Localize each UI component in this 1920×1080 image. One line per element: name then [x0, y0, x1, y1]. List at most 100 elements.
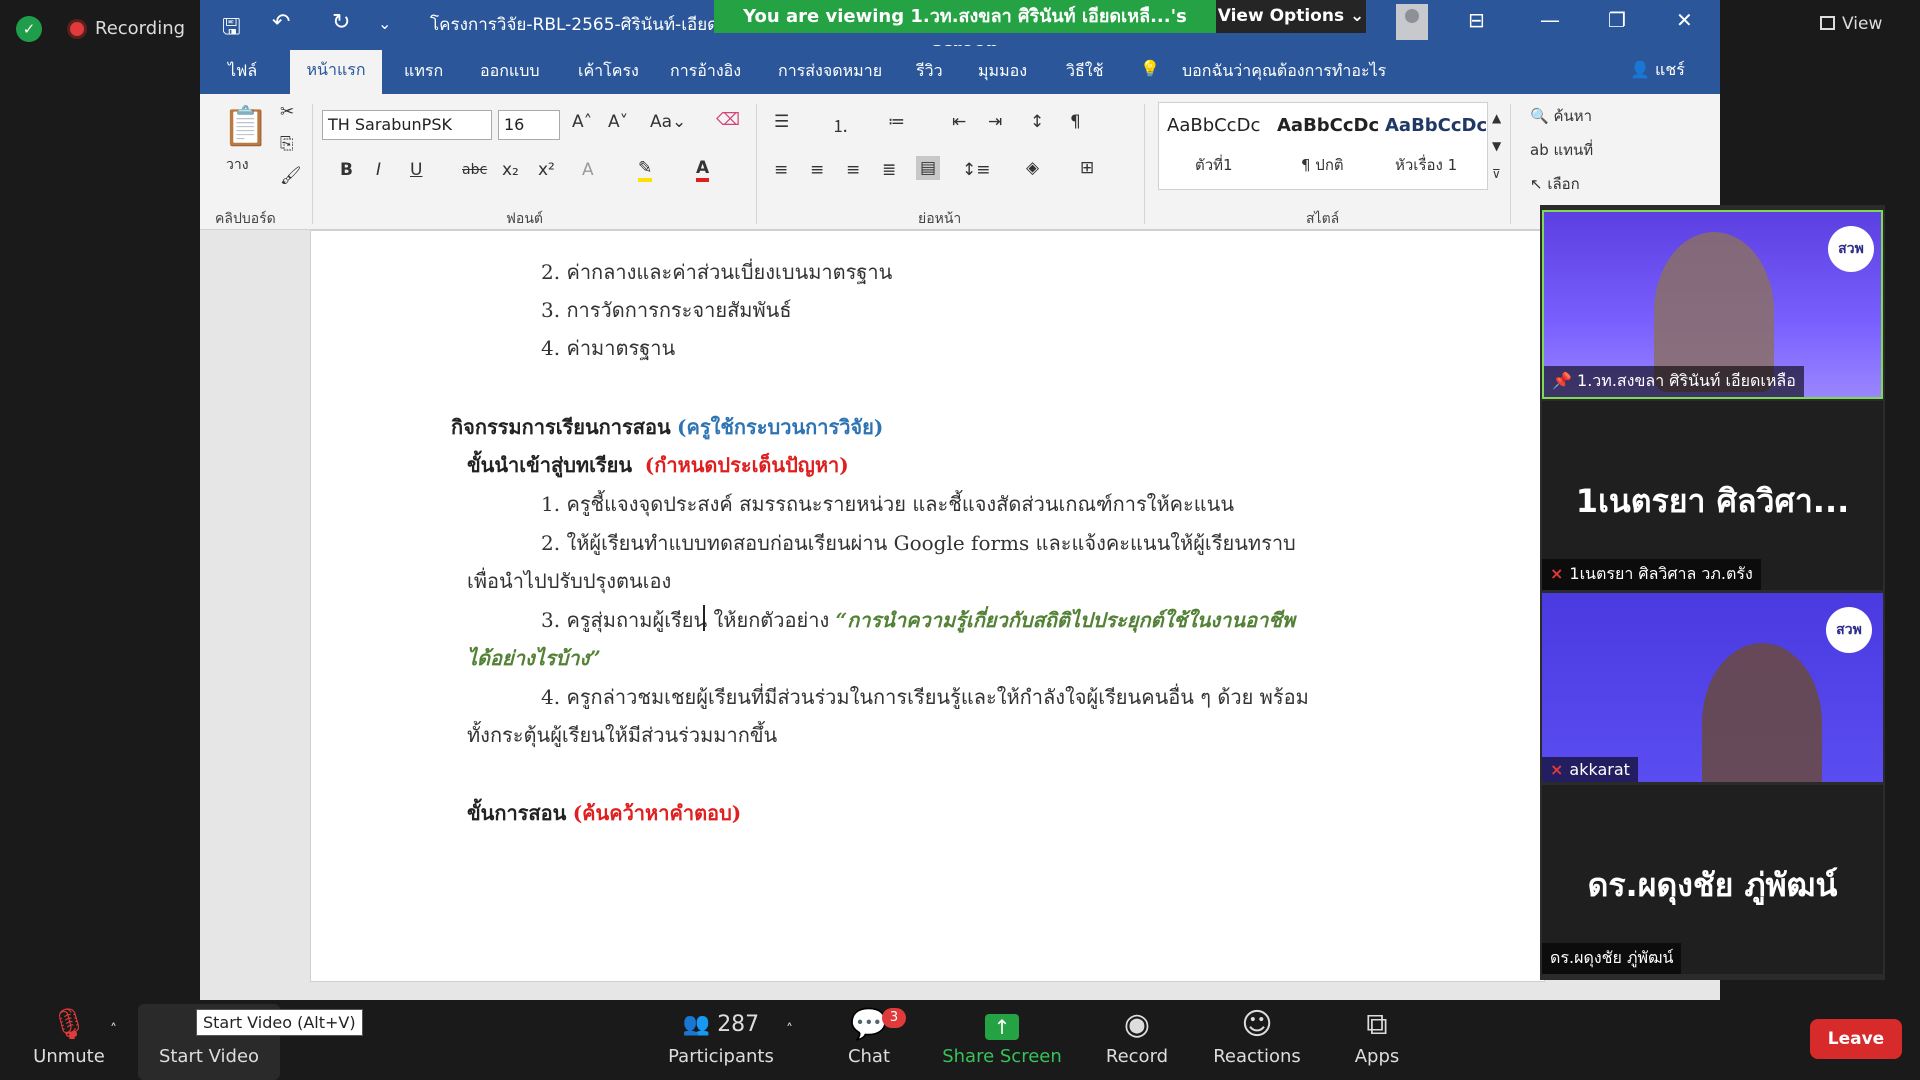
- sort-icon[interactable]: ↕: [1030, 112, 1044, 132]
- separator: [756, 104, 757, 224]
- document-page[interactable]: 2. ค่ากลางและค่าส่วนเบี่ยงเบนมาตรฐาน 3. …: [310, 230, 1545, 982]
- reactions-label: Reactions: [1213, 1046, 1301, 1067]
- highlight-icon[interactable]: ✎: [638, 158, 653, 182]
- chat-icon: 💬: [850, 1007, 888, 1042]
- word-titlebar: 🖫 ↶ ↻ ⌄ โครงการวิจัย-RBL-2565-ศิรินันท์-…: [200, 0, 1720, 60]
- shrink-font-icon[interactable]: A˅: [608, 112, 628, 132]
- participants-gallery: สวพ 📌 1.วท.สงขลา ศิรินันท์ เอียดเหลือ 1เ…: [1540, 205, 1885, 980]
- restore-icon[interactable]: ❐: [1608, 8, 1626, 32]
- save-icon[interactable]: 🖫: [222, 10, 241, 48]
- ribbon-display-icon[interactable]: ⊟: [1468, 8, 1485, 32]
- grow-font-icon[interactable]: A˄: [572, 112, 592, 132]
- justify-icon[interactable]: ≣: [882, 160, 896, 180]
- font-size-combo[interactable]: 16: [498, 110, 560, 140]
- participant-tile[interactable]: สวพ ⨯ akkarat: [1542, 593, 1883, 782]
- font-color-icon[interactable]: A: [696, 158, 710, 182]
- borders-icon[interactable]: ⊞: [1080, 158, 1094, 178]
- font-name-combo[interactable]: TH SarabunPSK: [322, 110, 492, 140]
- reactions-button[interactable]: ☺ Reactions: [1202, 1004, 1312, 1067]
- share-button[interactable]: 👤 แชร์: [1630, 58, 1685, 83]
- participants-button[interactable]: 👥 287 Participants: [656, 1004, 786, 1067]
- participant-tile[interactable]: ดร.ผดุงชัย ภู่พัฒน์ ดร.ผดุงชัย ภู่พัฒน์: [1542, 785, 1883, 974]
- strikethrough-icon[interactable]: abc: [462, 162, 487, 178]
- shading-icon[interactable]: ◈: [1026, 158, 1039, 178]
- paste-icon[interactable]: 📋: [222, 104, 269, 149]
- tab-design[interactable]: ออกแบบ: [480, 59, 540, 84]
- tab-home[interactable]: หน้าแรก: [290, 50, 382, 94]
- participant-tile[interactable]: 1เนตรยา ศิลวิศา... ⨯ 1เนตรยา ศิลวิศาล วภ.…: [1542, 401, 1883, 590]
- format-painter-icon[interactable]: 🖌: [280, 166, 302, 186]
- show-marks-icon[interactable]: ¶: [1070, 112, 1081, 132]
- increase-indent-icon[interactable]: ⇥: [988, 112, 1002, 132]
- view-options-button[interactable]: View Options ⌄: [1216, 0, 1366, 33]
- separator: [1144, 104, 1145, 224]
- tab-layout[interactable]: เค้าโครง: [578, 59, 639, 84]
- tab-mailings[interactable]: การส่งจดหมาย: [778, 59, 882, 84]
- reactions-icon: ☺: [1241, 1007, 1273, 1042]
- view-button[interactable]: View: [1820, 14, 1882, 34]
- paste-label: วาง: [226, 157, 249, 173]
- multilevel-list-icon[interactable]: ≔: [888, 112, 905, 132]
- customize-qat-icon[interactable]: ⌄: [378, 14, 391, 33]
- view-label: View: [1842, 14, 1883, 34]
- styles-scroll[interactable]: ▲ ▼ ⊽: [1492, 104, 1501, 188]
- numbering-icon[interactable]: ⒈: [832, 112, 849, 137]
- item-2b: เพื่อนำไปปรับปรุงตนเอง: [467, 569, 672, 593]
- item-3-question: “การนำความรู้เกี่ยวกับสถิติไปประยุกต์ใช้…: [835, 608, 1296, 632]
- line-spacing-icon[interactable]: ↕≡: [962, 160, 991, 180]
- tab-view[interactable]: มุมมอง: [978, 59, 1027, 84]
- text-effects-icon[interactable]: A: [582, 160, 594, 180]
- thai-distributed-icon[interactable]: ▤: [916, 156, 941, 180]
- intro-heading: ขั้นนำเข้าสู่บทเรียน: [467, 453, 633, 477]
- share-screen-icon: ↑: [985, 1014, 1019, 1040]
- replace-button[interactable]: ab แทนที่: [1530, 138, 1593, 162]
- align-right-icon[interactable]: ≡: [846, 160, 860, 180]
- participants-chevron-icon[interactable]: ˄: [786, 1022, 793, 1038]
- cut-icon[interactable]: ✂: [280, 102, 294, 122]
- close-icon[interactable]: ✕: [1676, 8, 1693, 32]
- redo-icon[interactable]: ↻: [332, 10, 350, 35]
- styles-gallery[interactable]: AaBbCcDc ตัวที่1 AaBbCcDc ¶ ปกติ AaBbCcD…: [1158, 102, 1488, 190]
- tab-insert[interactable]: แทรก: [404, 59, 443, 84]
- find-button[interactable]: 🔍 ค้นหา: [1530, 104, 1592, 128]
- italic-icon[interactable]: I: [376, 160, 381, 180]
- tab-help[interactable]: วิธีใช้: [1066, 59, 1103, 84]
- audio-options-chevron-icon[interactable]: ˄: [110, 1022, 117, 1038]
- share-screen-button[interactable]: ↑ Share Screen: [942, 1004, 1062, 1067]
- change-case-icon[interactable]: Aa⌄: [650, 112, 686, 132]
- tab-references[interactable]: การอ้างอิง: [670, 59, 741, 84]
- bullets-icon[interactable]: ☰: [774, 112, 789, 132]
- chat-button[interactable]: 💬 3 Chat: [814, 1004, 924, 1067]
- item-1: 1. ครูชี้แจงจุดประสงค์ สมรรถนะรายหน่วย แ…: [541, 492, 1234, 516]
- tab-review[interactable]: รีวิว: [916, 59, 943, 84]
- unmute-button[interactable]: 🎙 Unmute: [14, 1004, 124, 1067]
- underline-icon[interactable]: U: [410, 160, 422, 180]
- participant-video: [1702, 643, 1822, 782]
- leave-button[interactable]: Leave: [1810, 1019, 1902, 1059]
- teach-note: (ค้นคว้าหาคำตอบ): [572, 801, 742, 825]
- font-group-label: ฟอนต์: [506, 211, 543, 227]
- bold-icon[interactable]: B: [340, 160, 353, 180]
- subscript-icon[interactable]: x₂: [502, 160, 519, 180]
- find-label: ค้นหา: [1553, 107, 1593, 125]
- minimize-icon[interactable]: —: [1540, 8, 1560, 32]
- share-screen-label: Share Screen: [942, 1046, 1062, 1067]
- style-name: ตัวที่1: [1195, 156, 1233, 174]
- decrease-indent-icon[interactable]: ⇤: [952, 112, 966, 132]
- item-4a: 4. ครูกล่าวชมเชยผู้เรียนที่มีส่วนร่วมในก…: [541, 685, 1309, 709]
- apps-icon: ⧉: [1366, 1007, 1388, 1042]
- apps-button[interactable]: ⧉ Apps: [1322, 1004, 1432, 1067]
- participant-tile[interactable]: สวพ 📌 1.วท.สงขลา ศิรินันท์ เอียดเหลือ: [1542, 210, 1883, 399]
- select-button[interactable]: ↖ เลือก: [1530, 172, 1580, 196]
- align-center-icon[interactable]: ≡: [810, 160, 824, 180]
- superscript-icon[interactable]: x²: [538, 160, 555, 180]
- tab-file[interactable]: ไฟล์: [228, 59, 257, 84]
- security-shield-icon[interactable]: ✓: [16, 16, 42, 42]
- activity-heading-line: กิจกรรมการเรียนการสอน (ครูใช้กระบวนการวิ…: [451, 411, 883, 443]
- clear-format-icon[interactable]: ⌫: [716, 110, 740, 130]
- copy-icon[interactable]: ⎘: [280, 134, 294, 154]
- undo-icon[interactable]: ↶: [272, 10, 290, 35]
- record-button[interactable]: ◉ Record: [1082, 1004, 1192, 1067]
- tell-me-search[interactable]: บอกฉันว่าคุณต้องการทำอะไร: [1182, 59, 1386, 84]
- align-left-icon[interactable]: ≡: [774, 160, 788, 180]
